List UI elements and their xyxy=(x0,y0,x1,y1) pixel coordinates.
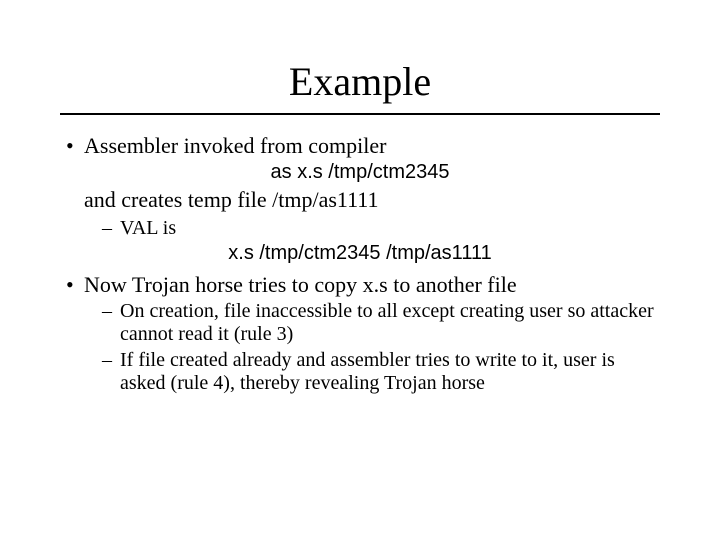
bullet-1-code: as x.s /tmp/ctm2345 xyxy=(66,161,654,185)
bullet-1-sub-1: – VAL is xyxy=(102,217,654,241)
bullet-1-text: Assembler invoked from compiler xyxy=(84,133,654,159)
bullet-1-sub-1-text: VAL is xyxy=(120,217,654,241)
bullet-1: • Assembler invoked from compiler xyxy=(66,133,654,159)
bullet-2-sub-2: – If file created already and assembler … xyxy=(102,349,654,396)
slide-content: • Assembler invoked from compiler as x.s… xyxy=(66,133,654,396)
bullet-1-sub-1-code: x.s /tmp/ctm2345 /tmp/as1111 xyxy=(66,242,654,266)
bullet-2: • Now Trojan horse tries to copy x.s to … xyxy=(66,272,654,298)
dash-icon: – xyxy=(102,217,120,241)
bullet-dot-icon: • xyxy=(66,272,84,298)
bullet-1-continuation: and creates temp file /tmp/as1111 xyxy=(84,187,654,213)
bullet-2-text: Now Trojan horse tries to copy x.s to an… xyxy=(84,272,654,298)
slide: Example • Assembler invoked from compile… xyxy=(0,58,720,540)
bullet-2-sub-2-text: If file created already and assembler tr… xyxy=(120,349,654,396)
dash-icon: – xyxy=(102,349,120,396)
title-rule xyxy=(60,113,660,115)
dash-icon: – xyxy=(102,300,120,347)
bullet-dot-icon: • xyxy=(66,133,84,159)
slide-title: Example xyxy=(0,58,720,105)
bullet-2-sub-1-text: On creation, file inaccessible to all ex… xyxy=(120,300,654,347)
bullet-2-sub-1: – On creation, file inaccessible to all … xyxy=(102,300,654,347)
